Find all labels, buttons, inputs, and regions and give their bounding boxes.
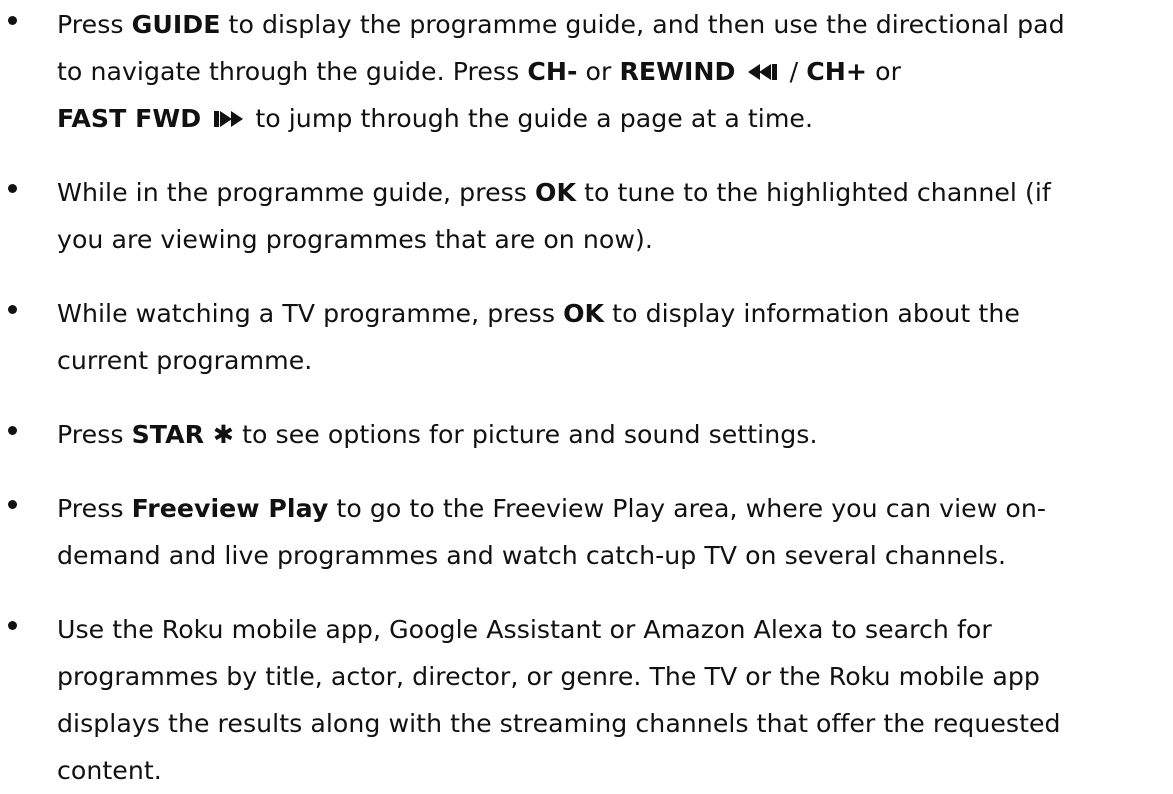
text-segment: While watching a TV programme, press bbox=[57, 299, 564, 328]
text-segment: Press bbox=[57, 494, 132, 523]
text-line: demand and live programmes and watch cat… bbox=[57, 532, 1173, 579]
text-segment: to navigate through the guide. Press bbox=[57, 57, 528, 86]
list-item-text: While watching a TV programme, press OK … bbox=[57, 290, 1173, 384]
bullet-icon bbox=[8, 16, 17, 25]
key-name: OK bbox=[563, 299, 605, 328]
text-segment: you are viewing programmes that are on n… bbox=[57, 225, 653, 254]
text-segment: to tune to the highlighted channel (if bbox=[576, 178, 1051, 207]
fast-forward-icon bbox=[211, 98, 245, 145]
list-item-text: While in the programme guide, press OK t… bbox=[57, 169, 1173, 263]
text-segment: While in the programme guide, press bbox=[57, 178, 536, 207]
list-item-text: Press GUIDE to display the programme gui… bbox=[57, 1, 1173, 142]
text-line: Press Freeview Play to go to the Freevie… bbox=[57, 485, 1173, 532]
text-segment: to jump through the guide a page at a ti… bbox=[247, 104, 814, 133]
text-segment: displays the results along with the stre… bbox=[57, 709, 1061, 738]
text-segment: Press bbox=[57, 420, 132, 449]
text-segment: Use the Roku mobile app, Google Assistan… bbox=[57, 615, 992, 644]
text-segment: or bbox=[577, 57, 620, 86]
text-line: current programme. bbox=[57, 337, 1173, 384]
text-segment: to display the programme guide, and then… bbox=[220, 10, 1065, 39]
key-name: STAR ✱ bbox=[131, 420, 235, 449]
list-item-text: Press STAR ✱ to see options for picture … bbox=[57, 411, 1173, 458]
bullet-icon bbox=[8, 500, 17, 509]
text-segment bbox=[736, 57, 744, 86]
text-line: While watching a TV programme, press OK … bbox=[57, 290, 1173, 337]
text-line: programmes by title, actor, director, or… bbox=[57, 653, 1173, 700]
text-segment: demand and live programmes and watch cat… bbox=[57, 541, 1007, 570]
text-segment: to display information about the bbox=[604, 299, 1020, 328]
text-line: While in the programme guide, press OK t… bbox=[57, 169, 1173, 216]
bullet-icon bbox=[8, 426, 17, 435]
key-name: CH+ bbox=[806, 57, 868, 86]
bullet-icon bbox=[8, 305, 17, 314]
text-segment bbox=[201, 104, 209, 133]
bullet-icon bbox=[8, 621, 17, 630]
key-name: CH- bbox=[527, 57, 578, 86]
bullet-icon bbox=[8, 184, 17, 193]
key-name: OK bbox=[535, 178, 577, 207]
text-segment: programmes by title, actor, director, or… bbox=[57, 662, 1040, 691]
text-line: to navigate through the guide. Press CH-… bbox=[57, 48, 1173, 95]
list-item-text: Use the Roku mobile app, Google Assistan… bbox=[57, 606, 1173, 794]
text-segment: content. bbox=[57, 756, 162, 785]
text-segment: or bbox=[867, 57, 901, 86]
text-line: FAST FWD to jump through the guide a pag… bbox=[57, 95, 1173, 142]
rewind-icon bbox=[746, 51, 780, 98]
text-line: Press STAR ✱ to see options for picture … bbox=[57, 411, 1173, 458]
text-line: Use the Roku mobile app, Google Assistan… bbox=[57, 606, 1173, 653]
text-segment: Press bbox=[57, 10, 132, 39]
key-name: REWIND bbox=[619, 57, 736, 86]
text-segment: to go to the Freeview Play area, where y… bbox=[328, 494, 1047, 523]
text-line: Press GUIDE to display the programme gui… bbox=[57, 1, 1173, 48]
text-segment: / bbox=[781, 57, 807, 86]
text-line: displays the results along with the stre… bbox=[57, 700, 1173, 747]
key-name: GUIDE bbox=[131, 10, 221, 39]
text-line: content. bbox=[57, 747, 1173, 794]
key-name: Freeview Play bbox=[131, 494, 329, 523]
text-line: you are viewing programmes that are on n… bbox=[57, 216, 1173, 263]
text-segment: current programme. bbox=[57, 346, 313, 375]
key-name: FAST FWD bbox=[57, 104, 202, 133]
list-item-text: Press Freeview Play to go to the Freevie… bbox=[57, 485, 1173, 579]
text-segment: to see options for picture and sound set… bbox=[234, 420, 818, 449]
